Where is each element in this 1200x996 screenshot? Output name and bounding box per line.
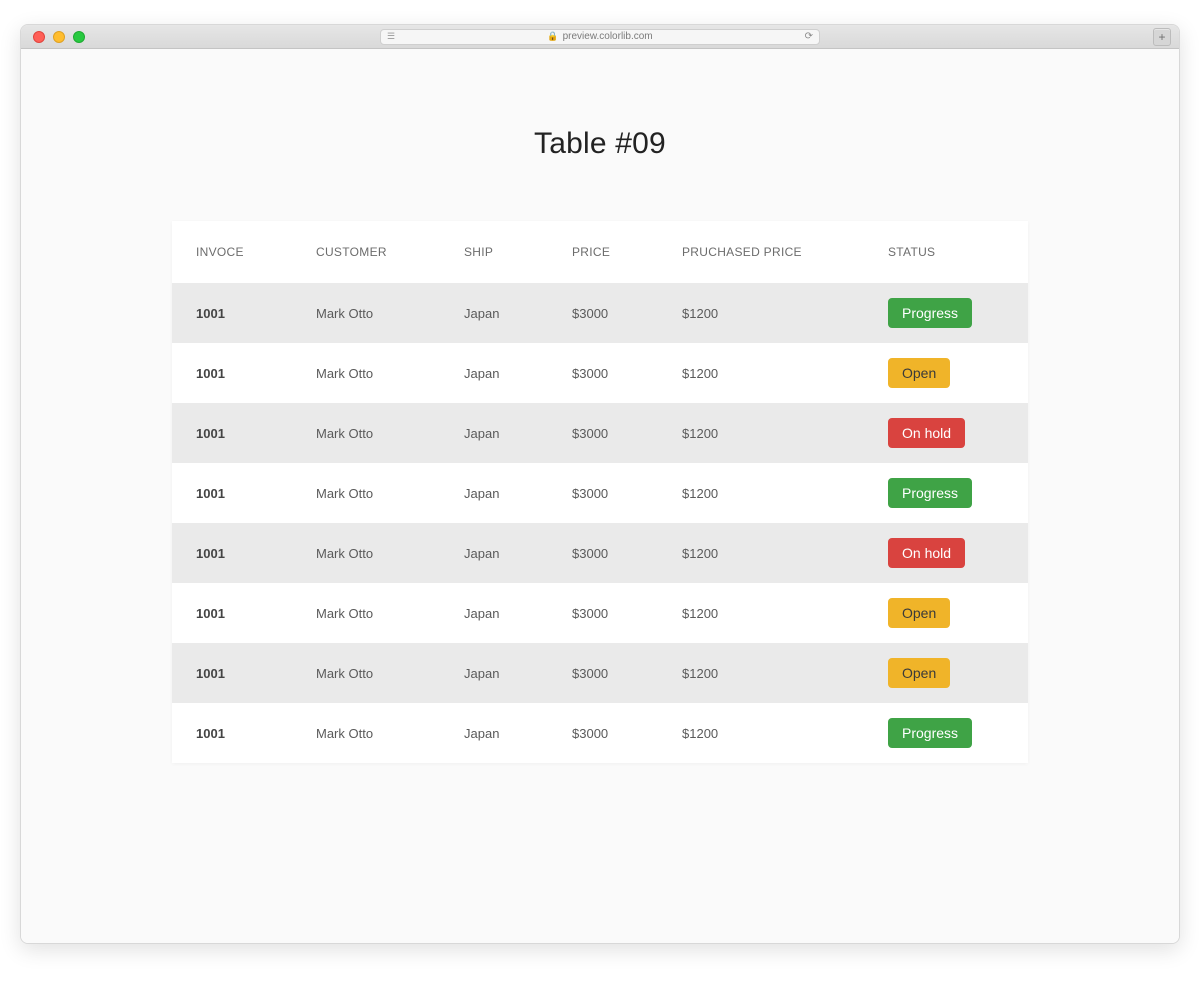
cell-status: Open (864, 643, 1028, 703)
cell-ship: Japan (440, 523, 548, 583)
browser-window: ☰ 🔒 preview.colorlib.com ⟳ + Table #09 I… (20, 24, 1180, 944)
cell-price: $3000 (548, 703, 658, 763)
cell-invoice: 1001 (172, 583, 292, 643)
cell-purchased: $1200 (658, 343, 864, 403)
table-row: 1001Mark OttoJapan$3000$1200 Progress (172, 463, 1028, 523)
cell-price: $3000 (548, 463, 658, 523)
table-row: 1001Mark OttoJapan$3000$1200 Progress (172, 703, 1028, 763)
table-row: 1001Mark OttoJapan$3000$1200 On hold (172, 523, 1028, 583)
lock-icon: 🔒 (547, 31, 558, 42)
cell-price: $3000 (548, 523, 658, 583)
table-row: 1001Mark OttoJapan$3000$1200 Open (172, 343, 1028, 403)
invoice-table: INVOCE CUSTOMER SHIP PRICE PRUCHASED PRI… (172, 221, 1028, 763)
cell-customer: Mark Otto (292, 283, 440, 343)
cell-ship: Japan (440, 703, 548, 763)
minimize-window-button[interactable] (53, 31, 65, 43)
cell-customer: Mark Otto (292, 523, 440, 583)
cell-status: Open (864, 583, 1028, 643)
cell-ship: Japan (440, 583, 548, 643)
col-header-ship: SHIP (440, 221, 548, 283)
cell-price: $3000 (548, 343, 658, 403)
cell-ship: Japan (440, 643, 548, 703)
cell-purchased: $1200 (658, 703, 864, 763)
cell-purchased: $1200 (658, 283, 864, 343)
status-badge[interactable]: Progress (888, 718, 972, 748)
table-header-row: INVOCE CUSTOMER SHIP PRICE PRUCHASED PRI… (172, 221, 1028, 283)
cell-invoice: 1001 (172, 283, 292, 343)
cell-customer: Mark Otto (292, 703, 440, 763)
cell-ship: Japan (440, 343, 548, 403)
cell-purchased: $1200 (658, 643, 864, 703)
col-header-purchased: PRUCHASED PRICE (658, 221, 864, 283)
cell-invoice: 1001 (172, 703, 292, 763)
cell-invoice: 1001 (172, 643, 292, 703)
status-badge[interactable]: On hold (888, 418, 965, 448)
title-bar: ☰ 🔒 preview.colorlib.com ⟳ + (21, 25, 1179, 49)
cell-status: Progress (864, 463, 1028, 523)
col-header-status: STATUS (864, 221, 1028, 283)
cell-invoice: 1001 (172, 523, 292, 583)
status-badge[interactable]: Open (888, 598, 950, 628)
cell-status: Progress (864, 283, 1028, 343)
status-badge[interactable]: Open (888, 658, 950, 688)
cell-price: $3000 (548, 403, 658, 463)
cell-purchased: $1200 (658, 583, 864, 643)
page-title: Table #09 (21, 127, 1179, 161)
cell-status: Open (864, 343, 1028, 403)
reader-icon: ☰ (387, 31, 395, 42)
cell-purchased: $1200 (658, 523, 864, 583)
cell-purchased: $1200 (658, 403, 864, 463)
cell-status: Progress (864, 703, 1028, 763)
cell-customer: Mark Otto (292, 343, 440, 403)
cell-price: $3000 (548, 283, 658, 343)
new-tab-button[interactable]: + (1153, 28, 1171, 46)
cell-customer: Mark Otto (292, 643, 440, 703)
close-window-button[interactable] (33, 31, 45, 43)
maximize-window-button[interactable] (73, 31, 85, 43)
address-host: preview.colorlib.com (563, 31, 653, 42)
status-badge[interactable]: Progress (888, 298, 972, 328)
address-bar[interactable]: ☰ 🔒 preview.colorlib.com ⟳ (380, 29, 820, 45)
table-row: 1001Mark OttoJapan$3000$1200 On hold (172, 403, 1028, 463)
status-badge[interactable]: Open (888, 358, 950, 388)
status-badge[interactable]: On hold (888, 538, 965, 568)
table-card: INVOCE CUSTOMER SHIP PRICE PRUCHASED PRI… (172, 221, 1028, 763)
traffic-lights (33, 31, 85, 43)
cell-price: $3000 (548, 583, 658, 643)
table-row: 1001Mark OttoJapan$3000$1200 Open (172, 643, 1028, 703)
col-header-customer: CUSTOMER (292, 221, 440, 283)
cell-purchased: $1200 (658, 463, 864, 523)
cell-customer: Mark Otto (292, 463, 440, 523)
cell-status: On hold (864, 523, 1028, 583)
status-badge[interactable]: Progress (888, 478, 972, 508)
col-header-price: PRICE (548, 221, 658, 283)
table-row: 1001Mark OttoJapan$3000$1200 Open (172, 583, 1028, 643)
table-row: 1001Mark OttoJapan$3000$1200 Progress (172, 283, 1028, 343)
cell-invoice: 1001 (172, 403, 292, 463)
cell-customer: Mark Otto (292, 583, 440, 643)
col-header-invoice: INVOCE (172, 221, 292, 283)
cell-invoice: 1001 (172, 343, 292, 403)
refresh-icon[interactable]: ⟳ (805, 31, 813, 42)
cell-ship: Japan (440, 463, 548, 523)
cell-status: On hold (864, 403, 1028, 463)
cell-customer: Mark Otto (292, 403, 440, 463)
cell-invoice: 1001 (172, 463, 292, 523)
page-content: Table #09 INVOCE CUSTOMER SHIP PRICE PRU… (21, 49, 1179, 943)
cell-ship: Japan (440, 403, 548, 463)
cell-price: $3000 (548, 643, 658, 703)
address-bar-wrap: ☰ 🔒 preview.colorlib.com ⟳ (380, 29, 820, 45)
cell-ship: Japan (440, 283, 548, 343)
